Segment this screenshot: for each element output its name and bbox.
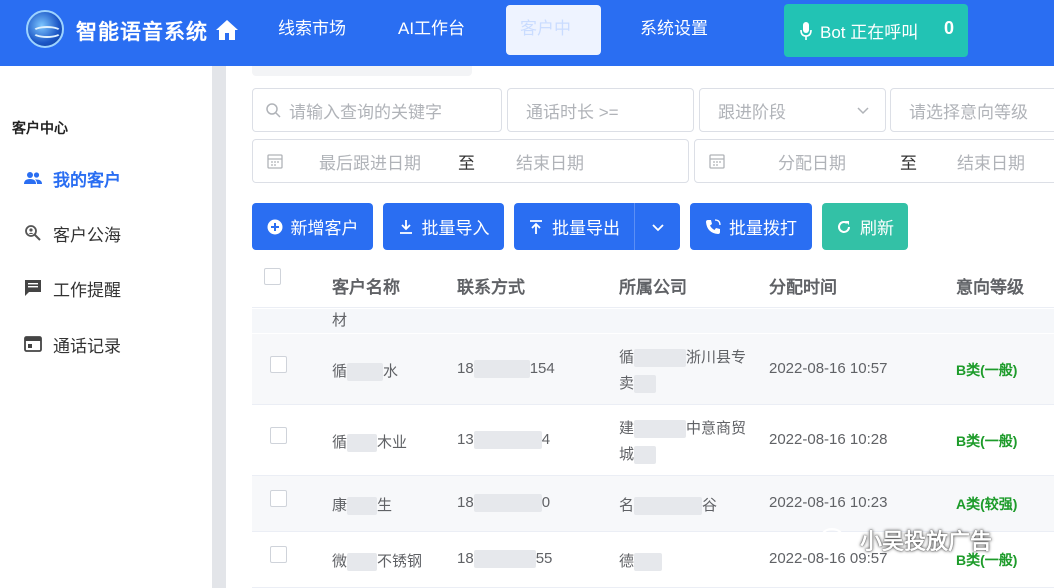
sidebar-item-label: 客户公海 <box>53 225 121 245</box>
assign-time: 2022-08-16 10:23 <box>769 494 888 511</box>
sidebar-item-my-customers[interactable]: 我的客户 <box>24 166 121 190</box>
column-header-contact[interactable]: 联系方式 <box>457 273 525 298</box>
chevron-down-icon <box>651 223 664 231</box>
sidebar-item-public-pool[interactable]: 客户公海 <box>24 221 121 245</box>
sidebar-item-label: 通话记录 <box>53 336 121 356</box>
table-row[interactable]: 循水 18 154 循浙川县专 卖 2022-08-16 10:57 B类(一般) <box>252 334 1054 405</box>
intent-level: B类(一般) <box>956 362 1018 378</box>
intent-level: A类(较强) <box>956 496 1018 512</box>
call-duration-input[interactable]: 通话时长 >= <box>507 88 694 132</box>
sidebar-item-call-records[interactable]: 通话记录 <box>24 332 121 356</box>
search-person-icon <box>25 225 41 241</box>
sidebar-item-label: 我的客户 <box>53 170 121 190</box>
calendar-list-icon <box>24 336 42 352</box>
company-name-line1: 建中意商贸 <box>619 420 747 439</box>
nav-ai-workbench[interactable]: AI工作台 <box>384 5 479 55</box>
nav-customer-center[interactable]: 客户中心 <box>506 5 601 86</box>
phone-icon <box>706 218 721 234</box>
company-name-line1: 循浙川县专 <box>619 349 747 368</box>
bot-calling-count: 0 <box>943 18 954 38</box>
assign-time: 2022-08-16 10:28 <box>769 431 888 448</box>
table-header: 客户名称 联系方式 所属公司 分配时间 意向等级 <box>252 260 1054 308</box>
company-name-line2: 城 <box>619 443 657 465</box>
sidebar-scrollbar[interactable] <box>212 66 226 588</box>
app-title: 智能语音系统 <box>76 21 208 44</box>
chat-icon <box>25 280 41 296</box>
home-icon[interactable] <box>214 18 240 42</box>
search-icon <box>266 103 281 118</box>
nav-system-settings[interactable]: 系统设置 <box>626 5 722 55</box>
sidebar-item-label: 工作提醒 <box>53 280 121 300</box>
contact-phone: 18 55 <box>457 550 553 569</box>
download-icon <box>399 219 412 234</box>
row-checkbox[interactable] <box>270 490 287 507</box>
column-header-intent-level[interactable]: 意向等级 <box>956 273 1024 298</box>
keyword-search-input[interactable]: 请输入查询的关键字 <box>252 88 502 132</box>
range-separator: 至 <box>458 153 475 173</box>
refresh-button[interactable]: 刷新 <box>822 203 908 250</box>
contact-phone: 18 0 <box>457 494 551 513</box>
wechat-icon <box>820 528 849 551</box>
table-row[interactable]: 材 <box>252 309 1054 333</box>
top-strip <box>252 66 472 76</box>
company-name-line2: 卖 <box>619 372 657 394</box>
follow-stage-select[interactable]: 跟进阶段 <box>699 88 886 132</box>
bot-calling-button[interactable]: Bot 正在呼叫 0 <box>784 4 968 57</box>
export-dropdown-toggle[interactable] <box>634 203 680 250</box>
assign-date-range[interactable]: 分配日期 至 结束日期 <box>694 139 1054 183</box>
customer-name: 循水 <box>332 363 399 382</box>
contact-phone: 13 4 <box>457 431 551 450</box>
sidebar-section-title: 客户中心 <box>12 120 68 136</box>
customer-name: 微不锈钢 <box>332 553 423 572</box>
assign-date-end: 结束日期 <box>957 153 1025 173</box>
customer-name: 康生 <box>332 497 393 516</box>
microphone-icon <box>800 21 812 40</box>
add-customer-button[interactable]: 新增客户 <box>252 203 373 250</box>
table-row[interactable]: 循木业 13 4 建中意商贸 城 2022-08-16 10:28 B类(一般) <box>252 405 1054 476</box>
row-checkbox[interactable] <box>270 546 287 563</box>
calendar-icon <box>267 154 283 169</box>
column-header-name[interactable]: 客户名称 <box>332 273 400 298</box>
plus-circle-icon <box>267 219 282 234</box>
column-header-company[interactable]: 所属公司 <box>619 273 687 298</box>
upload-icon <box>530 219 542 234</box>
batch-import-button[interactable]: 批量导入 <box>383 203 504 250</box>
contact-phone: 18 154 <box>457 360 555 379</box>
nav-lead-market[interactable]: 线索市场 <box>264 5 360 55</box>
last-follow-start: 最后跟进日期 <box>319 153 421 173</box>
sidebar <box>0 66 212 588</box>
row-checkbox[interactable] <box>270 427 287 444</box>
people-icon <box>24 172 42 184</box>
column-header-assign-time[interactable]: 分配时间 <box>769 273 837 298</box>
top-navigation-bar: 智能语音系统 线索市场 AI工作台 客户中心 系统设置 Bot 正在呼叫 0 <box>0 0 1054 86</box>
row-checkbox[interactable] <box>270 356 287 373</box>
range-separator: 至 <box>900 153 917 173</box>
watermark: 小吴投放广告 <box>820 524 992 556</box>
batch-dial-button[interactable]: 批量拨打 <box>690 203 812 250</box>
intent-level-select[interactable]: 请选择意向等级 <box>890 88 1054 132</box>
intent-level: B类(一般) <box>956 433 1018 449</box>
main-content: 请输入查询的关键字 通话时长 >= 跟进阶段 请选择意向等级 最后跟进日期 至 … <box>226 66 1054 588</box>
last-follow-end: 结束日期 <box>516 153 584 173</box>
app-logo <box>26 10 64 48</box>
last-follow-date-range[interactable]: 最后跟进日期 至 结束日期 <box>252 139 689 183</box>
company-name-line1: 德 <box>619 550 663 572</box>
assign-time: 2022-08-16 10:57 <box>769 360 888 377</box>
batch-export-button[interactable]: 批量导出 <box>514 203 680 250</box>
calendar-icon <box>709 154 725 169</box>
bot-calling-label: Bot 正在呼叫 <box>820 23 919 42</box>
refresh-icon <box>838 220 850 233</box>
customer-name: 循木业 <box>332 434 408 453</box>
assign-date-start: 分配日期 <box>778 153 846 173</box>
company-name-line1: 名谷 <box>619 497 718 516</box>
chevron-down-icon <box>857 107 869 115</box>
select-all-checkbox[interactable] <box>264 268 281 285</box>
sidebar-item-work-reminder[interactable]: 工作提醒 <box>24 276 121 300</box>
